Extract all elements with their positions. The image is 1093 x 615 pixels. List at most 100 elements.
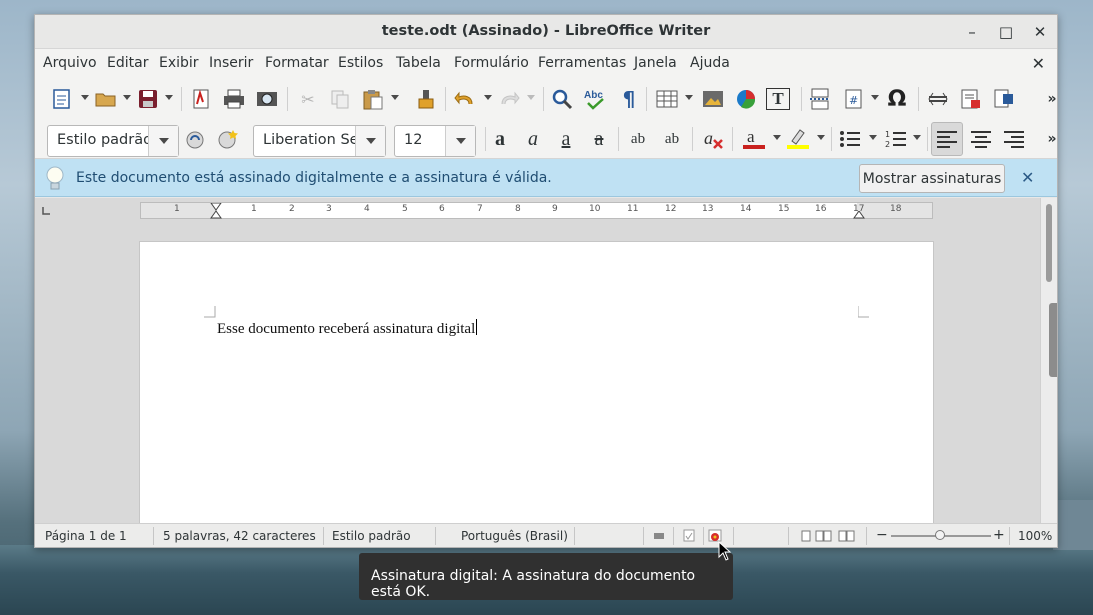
document-area[interactable]: 1 1 2 3 4 5 6 7 8 9 10 11 12 13 14 15 16… xyxy=(35,198,1040,525)
comment-icon[interactable] xyxy=(991,86,1017,112)
highlight-dropdown-icon[interactable] xyxy=(817,135,825,140)
paragraph-style-dropdown-icon[interactable] xyxy=(148,126,178,156)
menu-exibir[interactable]: Exibir xyxy=(159,55,199,71)
close-window-button[interactable]: ✕ xyxy=(1029,21,1051,43)
font-name-dropdown-icon[interactable] xyxy=(355,126,385,156)
zoom-slider-handle[interactable] xyxy=(935,530,945,540)
zoom-level[interactable]: 100% xyxy=(1018,529,1052,543)
numbered-list-icon[interactable]: 12 xyxy=(883,126,909,152)
page-style[interactable]: Estilo padrão xyxy=(332,529,411,543)
find-replace-icon[interactable] xyxy=(549,86,575,112)
special-character-icon[interactable]: Ω xyxy=(884,86,910,112)
menu-inserir[interactable]: Inserir xyxy=(209,55,253,71)
insert-field-dropdown-icon[interactable] xyxy=(871,95,879,100)
zoom-out-button[interactable]: − xyxy=(876,527,888,543)
close-document-button[interactable]: ✕ xyxy=(1032,54,1045,73)
insert-table-dropdown-icon[interactable] xyxy=(685,95,693,100)
open-folder-icon[interactable] xyxy=(93,86,119,112)
new-document-dropdown-icon[interactable] xyxy=(81,95,89,100)
font-name-combo[interactable]: Liberation Se xyxy=(253,125,386,157)
sidebar-handle[interactable] xyxy=(1049,303,1057,377)
formatting-marks-icon[interactable]: ¶ xyxy=(616,86,642,112)
new-style-icon[interactable] xyxy=(215,126,241,152)
menu-editar[interactable]: Editar xyxy=(107,55,148,71)
minimize-button[interactable]: – xyxy=(961,21,983,43)
zoom-in-button[interactable]: + xyxy=(993,527,1005,543)
menu-tabela[interactable]: Tabela xyxy=(396,55,441,71)
print-icon[interactable] xyxy=(221,86,247,112)
menu-formatar[interactable]: Formatar xyxy=(265,55,329,71)
undo-icon[interactable] xyxy=(452,86,478,112)
clone-formatting-icon[interactable] xyxy=(413,86,439,112)
update-style-icon[interactable] xyxy=(183,126,209,152)
paragraph-style-combo[interactable]: Estilo padrão xyxy=(47,125,179,157)
language[interactable]: Português (Brasil) xyxy=(461,529,568,543)
tab-stop-icon[interactable] xyxy=(41,206,51,216)
new-document-icon[interactable] xyxy=(49,86,75,112)
hyperlink-icon[interactable] xyxy=(925,86,951,112)
cut-icon[interactable]: ✂ xyxy=(295,86,321,112)
superscript-icon[interactable]: ab xyxy=(625,126,651,152)
word-count[interactable]: 5 palavras, 42 caracteres xyxy=(163,529,316,543)
align-right-icon[interactable] xyxy=(1001,126,1027,152)
page-break-icon[interactable] xyxy=(807,86,833,112)
align-center-icon[interactable] xyxy=(968,126,994,152)
underline-icon[interactable]: a xyxy=(553,126,579,152)
redo-dropdown-icon[interactable] xyxy=(527,95,535,100)
italic-icon[interactable]: a xyxy=(520,126,546,152)
menu-arquivo[interactable]: Arquivo xyxy=(43,55,97,71)
insert-mode-icon[interactable] xyxy=(653,530,665,542)
menu-formulario[interactable]: Formulário xyxy=(454,55,529,71)
paste-icon[interactable] xyxy=(360,86,386,112)
footnote-icon[interactable] xyxy=(958,86,984,112)
align-left-icon[interactable] xyxy=(931,122,963,156)
right-indent-marker-icon[interactable] xyxy=(853,211,865,219)
infobar-close-icon[interactable]: ✕ xyxy=(1021,168,1034,187)
page-count[interactable]: Página 1 de 1 xyxy=(45,529,127,543)
font-color-dropdown-icon[interactable] xyxy=(773,135,781,140)
menu-ferramentas[interactable]: Ferramentas xyxy=(538,55,626,71)
insert-image-icon[interactable] xyxy=(700,86,726,112)
text-box-icon[interactable]: T xyxy=(766,88,790,110)
insert-chart-icon[interactable] xyxy=(733,86,759,112)
numbered-list-dropdown-icon[interactable] xyxy=(913,135,921,140)
open-dropdown-icon[interactable] xyxy=(123,95,131,100)
print-preview-icon[interactable] xyxy=(254,86,280,112)
menu-ajuda[interactable]: Ajuda xyxy=(690,55,730,71)
strikethrough-icon[interactable]: a xyxy=(586,126,612,152)
title-bar[interactable]: teste.odt (Assinado) - LibreOffice Write… xyxy=(35,15,1057,49)
indent-marker-icon[interactable] xyxy=(210,203,222,219)
save-dropdown-icon[interactable] xyxy=(165,95,173,100)
export-pdf-icon[interactable] xyxy=(188,86,214,112)
redo-icon[interactable] xyxy=(496,86,522,112)
document-modified-icon[interactable] xyxy=(683,529,695,542)
document-page[interactable]: Esse documento receberá assinatura digit… xyxy=(139,241,934,525)
save-icon[interactable] xyxy=(135,86,161,112)
maximize-button[interactable]: □ xyxy=(995,21,1017,43)
spelling-icon[interactable]: Abc xyxy=(582,86,608,112)
more-formatting-icon[interactable]: » xyxy=(1039,126,1057,152)
bullet-list-dropdown-icon[interactable] xyxy=(869,135,877,140)
font-color-icon[interactable]: a xyxy=(741,126,767,152)
insert-table-icon[interactable] xyxy=(654,86,680,112)
document-text[interactable]: Esse documento receberá assinatura digit… xyxy=(217,319,478,338)
zoom-slider[interactable] xyxy=(891,530,991,540)
insert-field-icon[interactable]: # xyxy=(841,86,867,112)
scrollbar-thumb[interactable] xyxy=(1046,204,1052,282)
font-size-combo[interactable]: 12 xyxy=(394,125,476,157)
menu-janela[interactable]: Janela xyxy=(634,55,677,71)
paste-dropdown-icon[interactable] xyxy=(391,95,399,100)
undo-dropdown-icon[interactable] xyxy=(484,95,492,100)
subscript-icon[interactable]: ab xyxy=(659,126,685,152)
menu-estilos[interactable]: Estilos xyxy=(338,55,383,71)
show-signatures-button[interactable]: Mostrar assinaturas xyxy=(859,164,1005,193)
horizontal-ruler[interactable]: 1 1 2 3 4 5 6 7 8 9 10 11 12 13 14 15 16… xyxy=(140,202,933,219)
copy-icon[interactable] xyxy=(327,86,353,112)
bold-icon[interactable]: a xyxy=(487,126,513,152)
bullet-list-icon[interactable] xyxy=(837,126,863,152)
more-toolbar-icon[interactable]: » xyxy=(1039,86,1057,112)
clear-formatting-icon[interactable]: a xyxy=(700,126,726,152)
view-layout-icons[interactable] xyxy=(801,530,857,542)
font-size-dropdown-icon[interactable] xyxy=(445,126,475,156)
highlight-color-icon[interactable] xyxy=(785,126,811,152)
